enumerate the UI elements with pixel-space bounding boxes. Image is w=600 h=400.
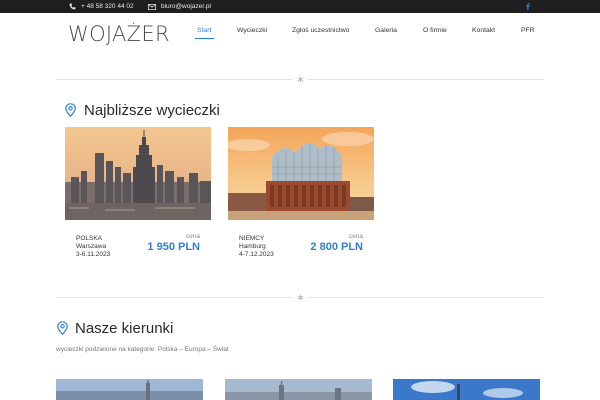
facebook-icon	[526, 3, 530, 10]
directions-description: wycieczki podzielone na kategorie: Polsk…	[56, 346, 229, 353]
trip-country: NIEMCY	[239, 235, 265, 242]
nav-item-galeria[interactable]: Galeria	[375, 27, 397, 34]
facebook-link[interactable]	[526, 0, 530, 13]
section-title-directions: Nasze kierunki	[75, 320, 174, 337]
location-pin-icon	[65, 103, 76, 122]
trip-city: Hamburg	[239, 243, 266, 250]
nav-item-o-firmie[interactable]: O firmie	[423, 27, 447, 34]
snowflake-icon	[293, 74, 307, 84]
direction-thumb-europa[interactable]	[225, 379, 372, 400]
trip-card-warszawa[interactable]: POLSKA Warszawa 3-6.11.2023 cena 1 950 P…	[65, 127, 211, 260]
trip-city: Warszawa	[76, 243, 107, 250]
phone-icon	[69, 3, 76, 10]
envelope-icon	[148, 3, 156, 10]
trip-card-hamburg[interactable]: NIEMCY Hamburg 4-7.12.2023 cena 2 800 PL…	[228, 127, 374, 260]
snowflake-icon	[293, 292, 307, 302]
top-bar: + 48 58 320 44 02 biuro@wojazer.pl	[0, 0, 600, 13]
direction-thumb-swiat[interactable]	[393, 379, 540, 400]
trip-price: 1 950 PLN	[147, 241, 200, 253]
trip-dates: 3-6.11.2023	[76, 251, 111, 258]
phone-contact[interactable]: + 48 58 320 44 02	[69, 0, 134, 13]
email-contact[interactable]: biuro@wojazer.pl	[148, 0, 211, 13]
nav-item-wycieczki[interactable]: Wycieczki	[237, 27, 267, 34]
nav-item-pfr[interactable]: PFR	[521, 27, 535, 34]
trip-dates: 4-7.12.2023	[239, 251, 274, 258]
location-pin-icon	[57, 321, 68, 340]
nav-item-kontakt[interactable]: Kontakt	[472, 27, 495, 34]
trip-price-label: cena	[348, 233, 363, 240]
email-address: biuro@wojazer.pl	[161, 3, 211, 10]
nav-item-zglos-uczestnictwo[interactable]: Zgłoś uczestnictwo	[292, 27, 349, 34]
section-title-trips: Najbliższe wycieczki	[84, 102, 220, 119]
nav-item-start[interactable]: Start	[197, 27, 211, 34]
trip-country: POLSKA	[76, 235, 103, 242]
main-nav: Start Wycieczki Zgłoś uczestnictwo Galer…	[0, 13, 600, 53]
trip-image-hamburg[interactable]	[228, 127, 374, 220]
trip-price: 2 800 PLN	[310, 241, 363, 253]
trip-image-warszawa[interactable]	[65, 127, 211, 220]
direction-thumb-polska[interactable]	[56, 379, 203, 400]
site-header: WOJAŻER Start Wycieczki Zgłoś uczestnict…	[0, 13, 600, 53]
nav-active-indicator	[195, 38, 214, 39]
trip-price-label: cena	[185, 233, 200, 240]
phone-number: + 48 58 320 44 02	[81, 3, 134, 10]
